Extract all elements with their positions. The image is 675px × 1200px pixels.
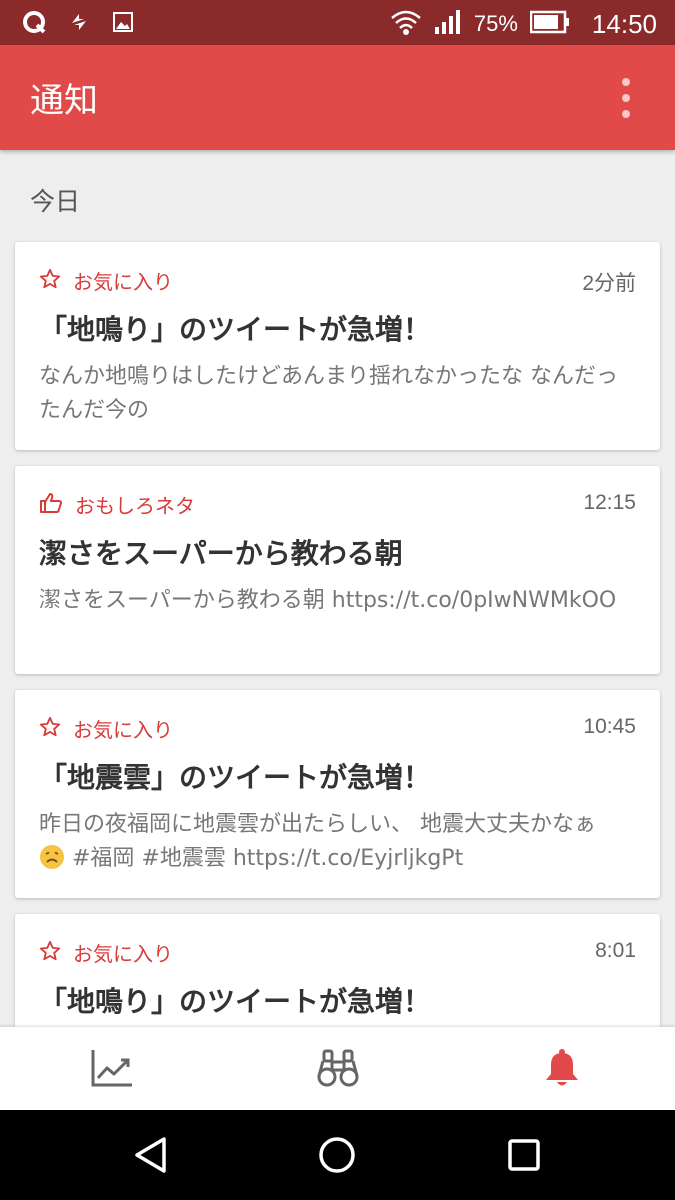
star-outline-icon	[39, 940, 61, 966]
signal-icon	[434, 9, 462, 39]
star-outline-icon	[39, 716, 61, 742]
q-app-icon	[22, 10, 46, 38]
notification-card[interactable]: お気に入り 10:45 「地震雲」のツイートが急増！ 昨日の夜福岡に地震雲が出た…	[15, 690, 660, 898]
category: お気に入り	[39, 938, 173, 967]
clock: 14:50	[591, 8, 657, 39]
wifi-icon	[390, 8, 422, 40]
notification-body: なんか地鳴りはしたけどあんまり揺れなかったな なんだったんだ今の	[39, 364, 618, 423]
home-icon[interactable]	[314, 1132, 360, 1178]
notification-time: 12:15	[583, 491, 636, 514]
category-label: お気に入り	[73, 270, 173, 294]
thumb-up-icon	[39, 492, 63, 518]
system-navigation-bar	[0, 1110, 675, 1200]
category-label: お気に入り	[73, 718, 173, 742]
binoculars-icon[interactable]	[313, 1043, 363, 1093]
bell-icon[interactable]	[537, 1043, 587, 1093]
battery-percent: 75%	[473, 11, 518, 36]
category: おもしろネタ	[39, 490, 195, 519]
notification-body: 潔さをスーパーから教わる朝 https://t.co/0pIwNWMkOO	[39, 588, 617, 613]
category: お気に入り	[39, 714, 173, 743]
bottom-navigation	[0, 1027, 675, 1110]
page-title: 通知	[30, 81, 98, 121]
worried-emoji-icon	[39, 844, 65, 881]
image-icon	[112, 11, 134, 37]
app-bar: 通知	[0, 45, 675, 150]
notification-time: 8:01	[595, 939, 636, 962]
notification-body: 昨日の夜福岡に地震雲が出たらしい、 地震大丈夫かなぁ #福岡 #地震雲 http…	[39, 808, 620, 881]
back-icon[interactable]	[127, 1132, 173, 1178]
category-label: おもしろネタ	[75, 494, 195, 518]
more-vert-icon[interactable]	[613, 78, 639, 118]
category: お気に入り	[39, 266, 173, 295]
notification-card[interactable]: お気に入り 2分前 「地鳴り」のツイートが急増！ なんか地鳴りはしたけどあんまり…	[15, 242, 660, 450]
notification-title: 「地鳴り」のツイートが急増！	[39, 313, 432, 346]
category-label: お気に入り	[73, 942, 173, 966]
recents-icon[interactable]	[501, 1132, 547, 1178]
notification-card[interactable]: おもしろネタ 12:15 潔さをスーパーから教わる朝 潔さをスーパーから教わる朝…	[15, 466, 660, 674]
body-text: 昨日の夜福岡に地震雲が出たらしい、 地震大丈夫かなぁ	[39, 812, 596, 837]
notification-time: 10:45	[583, 715, 636, 738]
body-text: #福岡 #地震雲 https://t.co/EyjrljkgPt	[65, 846, 464, 871]
notification-title: 潔さをスーパーから教わる朝	[39, 537, 403, 570]
notification-title: 「地震雲」のツイートが急増！	[39, 761, 432, 794]
status-bar: 75% 14:50	[0, 0, 675, 45]
star-outline-icon	[39, 268, 61, 294]
sync-icon	[68, 11, 90, 37]
notification-title: 「地鳴り」のツイートが急増！	[39, 985, 432, 1018]
trending-icon[interactable]	[87, 1043, 137, 1093]
battery-icon	[529, 10, 570, 38]
notification-time: 2分前	[582, 272, 636, 295]
section-header-today: 今日	[30, 187, 81, 216]
